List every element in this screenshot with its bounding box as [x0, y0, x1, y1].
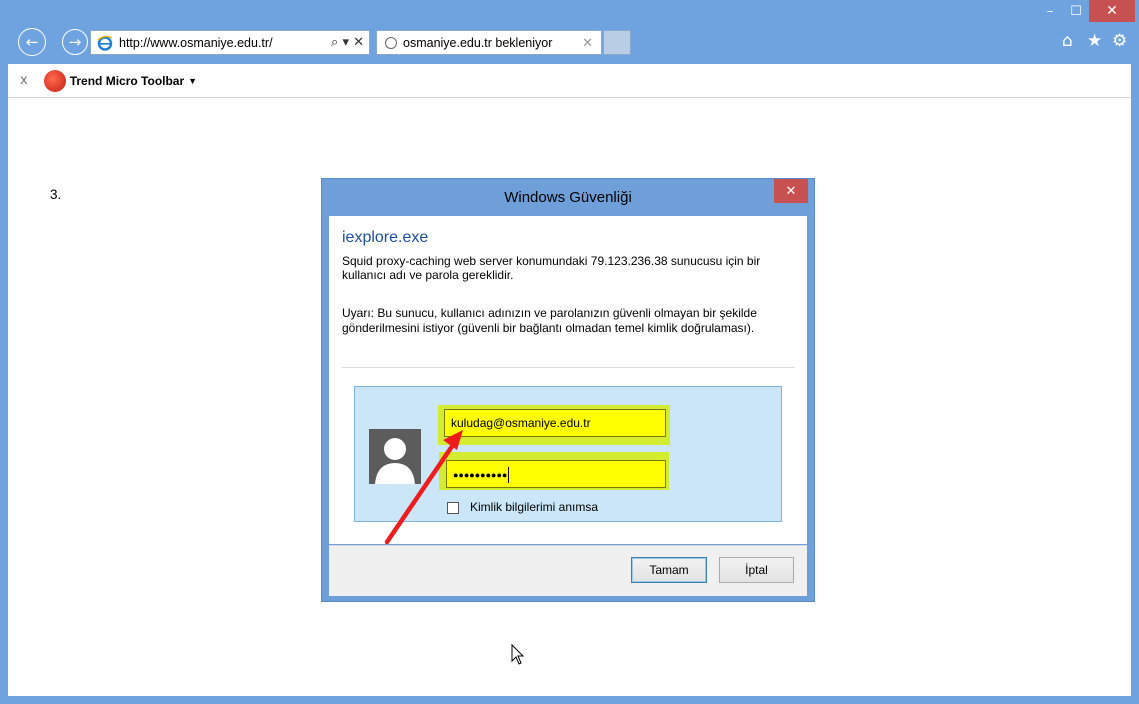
- back-arrow-icon: ←: [25, 33, 39, 51]
- dialog-title: Windows Güvenliği: [504, 189, 632, 206]
- toolbar-dropdown-icon[interactable]: ▼: [188, 76, 197, 86]
- loading-icon: [385, 36, 397, 49]
- dialog-message: Squid proxy-caching web server konumunda…: [342, 254, 761, 282]
- dialog-close-button[interactable]: ✕: [774, 179, 808, 203]
- red-arrow-annotation: [384, 430, 463, 545]
- security-dialog: Windows Güvenliği ✕ iexplore.exe Squid p…: [321, 178, 815, 602]
- address-bar[interactable]: http://www.osmaniye.edu.tr/ ⌕ ▾ ✕: [90, 30, 370, 55]
- dialog-warning: Uyarı: Bu sunucu, kullanıcı adınızın ve …: [342, 306, 757, 335]
- tab-osmaniye[interactable]: osmaniye.edu.tr bekleniyor ✕: [376, 30, 602, 55]
- address-tools-icons[interactable]: ⌕ ▾ ✕: [331, 35, 364, 50]
- new-tab-button[interactable]: [603, 30, 631, 55]
- toolbar-label[interactable]: Trend Micro Toolbar: [70, 74, 184, 88]
- username-input[interactable]: kuludag@osmaniye.edu.tr: [444, 409, 666, 437]
- forward-arrow-icon: →: [68, 33, 82, 51]
- close-window-button[interactable]: ✕: [1089, 0, 1135, 22]
- back-button[interactable]: ←: [18, 28, 46, 56]
- browser-frame: – ☐ ✕ ← → http://www.osmaniye.edu.tr/ ⌕ …: [0, 0, 1139, 704]
- mouse-cursor-icon: [511, 644, 525, 665]
- tab-close-icon[interactable]: ✕: [582, 35, 593, 51]
- trend-micro-toolbar: x Trend Micro Toolbar ▼: [8, 64, 1131, 98]
- cancel-button[interactable]: İptal: [719, 557, 794, 583]
- ie-logo-icon: [97, 35, 113, 51]
- password-input[interactable]: ●●●●●●●●●●: [446, 460, 666, 488]
- home-icon[interactable]: ⌂: [1062, 31, 1073, 51]
- tab-label: osmaniye.edu.tr bekleniyor: [403, 35, 553, 50]
- dialog-footer: Tamam İptal: [329, 545, 807, 596]
- dialog-body: iexplore.exe Squid proxy-caching web ser…: [329, 216, 807, 545]
- trend-micro-logo-icon: [43, 69, 66, 92]
- page-content: 3. Windows Güvenliği ✕ iexplore.exe Squi…: [8, 98, 1131, 696]
- address-url[interactable]: http://www.osmaniye.edu.tr/: [119, 36, 331, 50]
- minimize-button[interactable]: –: [1037, 0, 1063, 22]
- text-caret: [508, 466, 510, 483]
- step-number: 3.: [50, 187, 62, 202]
- toolbar-close-icon[interactable]: x: [20, 73, 28, 88]
- remember-label[interactable]: Kimlik bilgilerimi anımsa: [470, 500, 598, 514]
- maximize-button[interactable]: ☐: [1063, 0, 1089, 22]
- ok-button[interactable]: Tamam: [631, 557, 707, 583]
- dialog-separator: [342, 367, 795, 368]
- settings-gear-icon[interactable]: ⚙: [1112, 31, 1127, 51]
- forward-button[interactable]: →: [62, 29, 88, 55]
- app-name: iexplore.exe: [342, 229, 429, 246]
- favorites-star-icon[interactable]: ★: [1087, 31, 1102, 51]
